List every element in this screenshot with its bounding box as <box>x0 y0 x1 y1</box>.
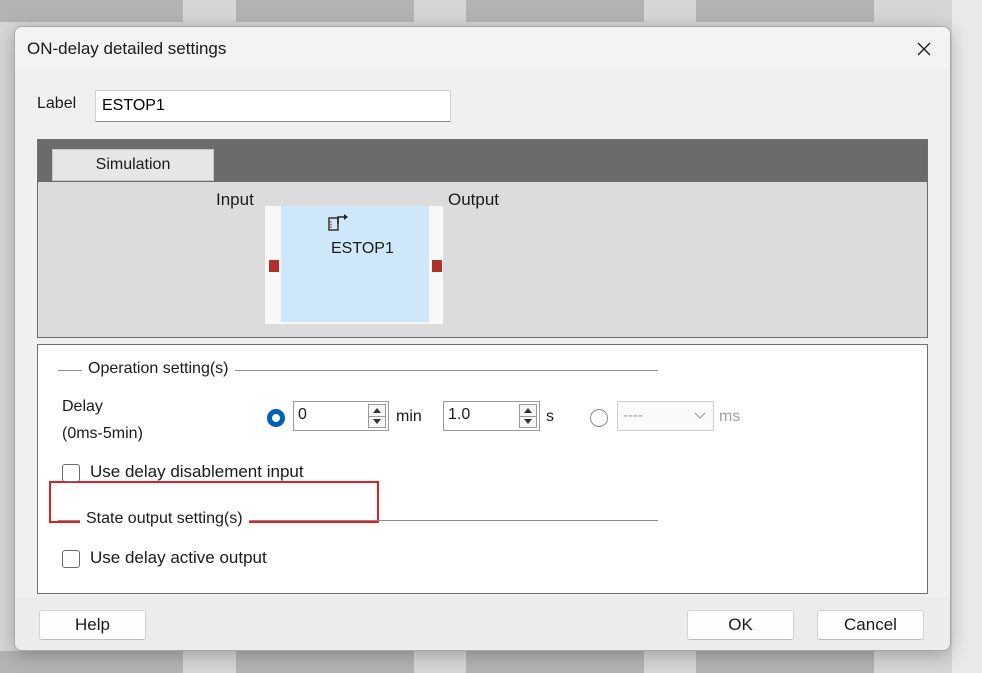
arrow-up-icon <box>524 408 532 413</box>
help-button[interactable]: Help <box>39 610 146 640</box>
radio-ms[interactable] <box>590 409 608 427</box>
label-input[interactable] <box>95 90 451 122</box>
simulation-header: Simulation <box>38 140 927 182</box>
dialog-footer: Help OK Cancel <box>15 597 950 650</box>
delay-disablement-checkbox[interactable] <box>62 464 80 482</box>
minutes-unit: min <box>396 408 422 425</box>
background-tile <box>466 0 644 22</box>
state-output-group-title: State output setting(s) <box>80 510 249 528</box>
radio-min-s[interactable] <box>267 409 285 427</box>
delay-disablement-label[interactable]: Use delay disablement input <box>90 462 304 482</box>
arrow-down-icon <box>373 419 381 424</box>
background-tile <box>236 651 414 673</box>
background-tile <box>0 651 183 673</box>
minutes-spin-buttons <box>368 404 386 428</box>
function-block[interactable]: IN ESTOP1 <box>265 206 443 324</box>
output-pin <box>432 260 442 272</box>
delay-label-block: Delay (0ms-5min) <box>62 393 143 447</box>
delay-range: (0ms-5min) <box>62 425 143 442</box>
minutes-spinbox[interactable]: 0 <box>293 401 389 431</box>
seconds-unit: s <box>546 408 554 425</box>
seconds-spinbox[interactable]: 1.0 <box>443 401 540 431</box>
close-button[interactable] <box>906 33 942 65</box>
seconds-down-button[interactable] <box>520 416 536 427</box>
on-delay-settings-dialog: ON-delay detailed settings Label Simulat… <box>14 26 951 651</box>
chevron-down-icon <box>694 412 706 419</box>
simulation-tab[interactable]: Simulation <box>52 149 214 181</box>
on-delay-icon <box>328 214 348 231</box>
delay-active-output-checkbox[interactable] <box>62 550 80 568</box>
operation-group-title: Operation setting(s) <box>82 360 235 378</box>
delay-label: Delay <box>62 398 103 415</box>
seconds-value: 1.0 <box>448 406 471 423</box>
dialog-title: ON-delay detailed settings <box>27 39 227 58</box>
block-input-label: Input <box>216 190 254 209</box>
ms-select-value: ---- <box>623 407 643 424</box>
background-tile <box>466 651 644 673</box>
background-tile <box>696 651 874 673</box>
function-block-body: ESTOP1 <box>281 206 429 322</box>
block-name: ESTOP1 <box>331 240 394 257</box>
ok-button[interactable]: OK <box>687 610 794 640</box>
background-edge <box>952 0 982 673</box>
arrow-up-icon <box>373 408 381 413</box>
simulation-panel: Simulation Input IN ESTOP1 Output <box>37 139 928 338</box>
seconds-spin-buttons <box>519 404 537 428</box>
arrow-down-icon <box>524 419 532 424</box>
background-tile <box>236 0 414 22</box>
title-bar: ON-delay detailed settings <box>15 27 950 69</box>
block-output-label: Output <box>448 190 500 209</box>
cancel-button[interactable]: Cancel <box>817 610 924 640</box>
minutes-value: 0 <box>298 406 307 423</box>
label-caption: Label <box>37 95 77 112</box>
input-pin <box>269 260 279 272</box>
minutes-down-button[interactable] <box>369 416 385 427</box>
background-tile <box>0 0 183 22</box>
close-icon <box>917 42 931 56</box>
ms-select[interactable]: ---- <box>617 401 714 431</box>
background-tile <box>696 0 874 22</box>
ms-unit: ms <box>719 408 741 425</box>
settings-panel: Operation setting(s) Delay (0ms-5min) 0 … <box>37 344 928 594</box>
delay-active-output-label[interactable]: Use delay active output <box>90 548 267 568</box>
